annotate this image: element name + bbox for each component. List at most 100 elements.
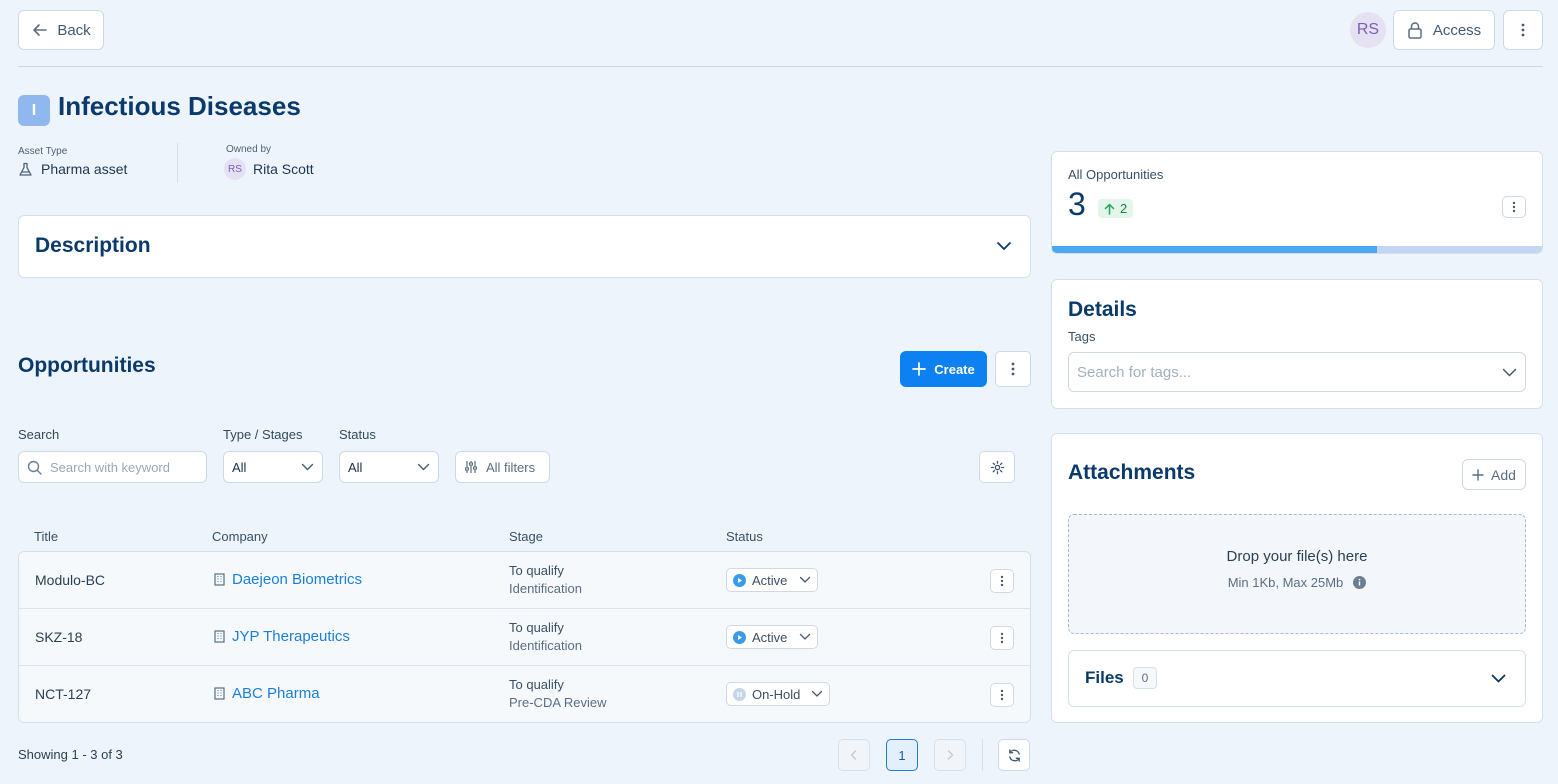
type-stages-label: Type / Stages: [223, 427, 303, 442]
back-label: Back: [57, 21, 91, 39]
tags-input[interactable]: Search for tags...: [1068, 352, 1526, 392]
all-filters-button[interactable]: All filters: [455, 451, 550, 483]
meta-divider: [177, 143, 178, 183]
arrow-left-icon: [33, 24, 48, 36]
row-substage: Pre-CDA Review: [509, 695, 607, 710]
add-attachment-button[interactable]: Add: [1462, 459, 1526, 490]
row-more-button[interactable]: [990, 683, 1014, 707]
lock-icon: [1408, 22, 1422, 39]
plus-icon: [912, 362, 927, 376]
opportunities-title: Opportunities: [18, 354, 156, 377]
pagination-divider: [982, 739, 983, 771]
kebab-icon: [1000, 689, 1004, 701]
arrow-up-icon: [1104, 203, 1115, 215]
kebab-icon: [1000, 575, 1004, 587]
status-dropdown[interactable]: On-Hold: [726, 682, 830, 706]
stat-delta-badge: 2: [1098, 199, 1134, 218]
stats-more-button[interactable]: [1502, 196, 1526, 218]
kebab-icon: [1011, 362, 1015, 376]
gear-icon: [990, 460, 1004, 474]
next-page-button[interactable]: [934, 739, 966, 771]
refresh-button[interactable]: [998, 739, 1030, 771]
kebab-icon: [1000, 632, 1004, 644]
refresh-icon: [1008, 748, 1020, 762]
status-label: Status: [339, 427, 376, 442]
files-section[interactable]: Files 0: [1068, 650, 1526, 707]
table-row[interactable]: Modulo-BC Daejeon Biometrics To qualify …: [19, 552, 1030, 609]
row-title: NCT-127: [35, 686, 92, 702]
file-drop-zone[interactable]: Drop your file(s) here Min 1Kb, Max 25Mb: [1068, 514, 1526, 634]
search-input[interactable]: Search with keyword: [18, 451, 207, 483]
user-avatar[interactable]: RS: [1350, 12, 1386, 48]
column-header-status[interactable]: Status: [726, 529, 763, 544]
column-header-company[interactable]: Company: [212, 529, 268, 544]
header-divider: [18, 66, 1543, 67]
status-dropdown[interactable]: Active: [726, 625, 818, 649]
play-circle-icon: [733, 573, 746, 587]
stat-progress-track: [1052, 246, 1542, 253]
stat-count: 3: [1068, 186, 1086, 222]
kebab-icon: [1512, 201, 1516, 213]
owned-by-label: Owned by: [226, 144, 272, 155]
chevron-down-icon[interactable]: [996, 241, 1012, 251]
owner[interactable]: RS Rita Scott: [224, 158, 314, 180]
chevron-right-icon: [947, 750, 954, 760]
row-company[interactable]: ABC Pharma: [214, 685, 320, 702]
status-select[interactable]: All: [339, 451, 439, 483]
opportunities-table: Modulo-BC Daejeon Biometrics To qualify …: [18, 551, 1031, 723]
building-icon: [214, 573, 225, 586]
chevron-down-icon: [417, 463, 430, 471]
row-more-button[interactable]: [990, 569, 1014, 593]
attachments-card: Attachments Add Drop your file(s) here M…: [1051, 433, 1543, 723]
chevron-left-icon: [850, 750, 857, 760]
row-more-button[interactable]: [990, 626, 1014, 650]
owner-name: Rita Scott: [253, 161, 314, 177]
back-button[interactable]: Back: [18, 10, 104, 50]
play-circle-icon: [733, 630, 746, 644]
row-company[interactable]: Daejeon Biometrics: [214, 571, 362, 588]
files-label: Files: [1085, 668, 1124, 687]
details-card: Details Tags Search for tags...: [1051, 279, 1543, 409]
info-icon: [1353, 576, 1367, 589]
header-more-button[interactable]: [1503, 10, 1543, 50]
stat-label: All Opportunities: [1068, 167, 1164, 182]
showing-count: Showing 1 - 3 of 3: [18, 747, 123, 762]
building-icon: [214, 630, 225, 643]
page-number-button[interactable]: 1: [886, 739, 918, 771]
access-button[interactable]: Access: [1393, 10, 1495, 50]
chevron-down-icon: [301, 463, 314, 471]
table-settings-button[interactable]: [979, 451, 1015, 483]
asset-type-label: Asset Type: [18, 146, 68, 157]
column-header-stage[interactable]: Stage: [509, 529, 543, 544]
files-count-badge: 0: [1133, 667, 1157, 689]
prev-page-button[interactable]: [838, 739, 870, 771]
search-icon: [27, 460, 42, 475]
file-limits: Min 1Kb, Max 25Mb: [1069, 575, 1525, 590]
column-header-title[interactable]: Title: [34, 529, 58, 544]
drop-label: Drop your file(s) here: [1226, 548, 1368, 565]
owner-avatar: RS: [224, 158, 246, 180]
sliders-icon: [465, 461, 477, 473]
flask-icon: [19, 162, 32, 176]
table-row[interactable]: SKZ-18 JYP Therapeutics To qualify Ident…: [19, 609, 1030, 666]
access-label: Access: [1432, 21, 1482, 39]
asset-type-value: Pharma asset: [18, 161, 127, 177]
status-dropdown[interactable]: Active: [726, 568, 818, 592]
create-button[interactable]: Create: [900, 351, 987, 387]
description-title: Description: [35, 234, 151, 257]
pause-circle-icon: [733, 687, 746, 701]
all-opportunities-card: All Opportunities 3 2: [1051, 151, 1543, 254]
asset-icon: I: [18, 95, 50, 126]
row-stage: To qualify: [509, 677, 564, 692]
chevron-down-icon: [799, 576, 811, 583]
table-row[interactable]: NCT-127 ABC Pharma To qualify Pre-CDA Re…: [19, 666, 1030, 722]
description-panel[interactable]: Description: [18, 215, 1031, 278]
attachments-title: Attachments: [1068, 461, 1196, 484]
plus-icon: [1472, 468, 1484, 481]
opportunities-more-button[interactable]: [995, 351, 1031, 387]
type-stages-select[interactable]: All: [223, 451, 323, 483]
building-icon: [214, 687, 225, 700]
chevron-down-icon[interactable]: [1491, 674, 1506, 683]
search-label: Search: [18, 427, 60, 442]
row-company[interactable]: JYP Therapeutics: [214, 628, 350, 645]
